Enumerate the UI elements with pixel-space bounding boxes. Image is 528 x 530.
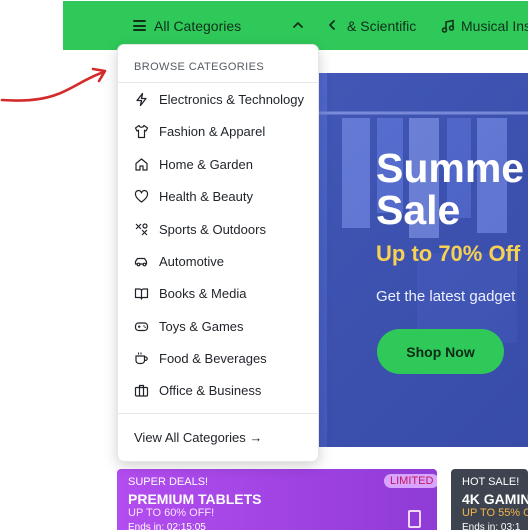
page: All Categories & Scientific Musical Inst xyxy=(0,0,528,530)
category-item-food[interactable]: Food & Beverages xyxy=(118,344,318,372)
cup-icon xyxy=(135,352,148,365)
all-categories-label: All Categories xyxy=(154,17,242,34)
promo-tag: HOT SALE! xyxy=(462,476,520,488)
category-item-health[interactable]: Health & Beauty xyxy=(118,182,318,210)
limited-badge: LIMITED xyxy=(384,474,437,488)
promo-offer: UP TO 55% OF xyxy=(462,507,528,519)
promo-countdown: Ends in: 03:1 xyxy=(462,522,521,530)
gamepad-icon xyxy=(134,322,149,332)
category-label: Electronics & Technology xyxy=(159,91,305,107)
shop-now-button[interactable]: Shop Now xyxy=(377,329,504,374)
divider xyxy=(118,413,318,414)
categories-dropdown: BROWSE CATEGORIES Electronics & Technolo… xyxy=(117,44,319,462)
hero-discount: Up to 70% Off xyxy=(376,241,521,266)
nav-category-musical[interactable]: Musical Inst xyxy=(441,1,528,50)
dropdown-header: BROWSE CATEGORIES xyxy=(134,61,265,73)
category-item-electronics[interactable]: Electronics & Technology xyxy=(118,85,318,113)
category-item-fashion[interactable]: Fashion & Apparel xyxy=(118,117,318,145)
category-label: Automotive xyxy=(159,253,225,269)
promo-card-tablets[interactable]: SUPER DEALS! PREMIUM TABLETS UP TO 60% O… xyxy=(117,469,437,530)
view-all-categories-link[interactable]: View All Categories → xyxy=(134,430,262,445)
tablet-icon xyxy=(408,510,421,528)
briefcase-icon xyxy=(134,384,149,397)
category-label: Office & Business xyxy=(159,382,262,398)
category-label: Home & Garden xyxy=(159,156,253,172)
promo-title: 4K GAMING xyxy=(462,491,528,507)
category-navbar: All Categories & Scientific Musical Inst xyxy=(63,1,528,50)
car-icon xyxy=(134,257,148,267)
all-categories-toggle[interactable]: All Categories xyxy=(133,1,241,50)
house-icon xyxy=(135,158,148,171)
category-label: Food & Beverages xyxy=(159,350,267,366)
category-item-toys[interactable]: Toys & Games xyxy=(118,312,318,340)
promo-countdown: Ends in: 02:15:05 xyxy=(128,522,206,530)
chevron-up-icon[interactable] xyxy=(291,18,305,32)
category-item-automotive[interactable]: Automotive xyxy=(118,247,318,275)
music-note-icon xyxy=(441,19,455,33)
shirt-icon xyxy=(134,124,149,139)
heart-icon xyxy=(134,189,149,203)
annotation-arrow-icon xyxy=(0,67,107,102)
promo-tag: SUPER DEALS! xyxy=(128,476,209,488)
chevron-left-icon[interactable] xyxy=(325,18,339,32)
promo-title: PREMIUM TABLETS xyxy=(128,491,262,507)
nav-category-label: Musical Inst xyxy=(461,17,528,34)
nav-category-label: & Scientific xyxy=(347,17,417,34)
promo-offer: UP TO 60% OFF! xyxy=(128,507,215,519)
hero-title-line2: Sale xyxy=(376,187,461,233)
category-label: Books & Media xyxy=(159,285,247,301)
divider xyxy=(118,82,318,83)
lightning-icon xyxy=(136,92,147,107)
category-label: Health & Beauty xyxy=(159,188,253,204)
category-label: Fashion & Apparel xyxy=(159,123,266,139)
hero-title: Summe Sale xyxy=(376,147,524,231)
hero-title-line1: Summe xyxy=(376,145,525,191)
category-item-office[interactable]: Office & Business xyxy=(118,376,318,404)
category-item-home[interactable]: Home & Garden xyxy=(118,150,318,178)
sports-icon xyxy=(135,223,148,236)
hamburger-icon xyxy=(133,20,146,31)
promo-card-gaming[interactable]: HOT SALE! 4K GAMING UP TO 55% OF Ends in… xyxy=(451,469,528,530)
book-icon xyxy=(134,288,149,300)
category-item-books[interactable]: Books & Media xyxy=(118,279,318,307)
category-label: Sports & Outdoors xyxy=(159,221,266,237)
hero-subtitle: Get the latest gadget xyxy=(376,288,516,305)
category-item-sports[interactable]: Sports & Outdoors xyxy=(118,215,318,243)
nav-category-scientific[interactable]: & Scientific xyxy=(347,1,416,50)
category-label: Toys & Games xyxy=(159,318,244,334)
